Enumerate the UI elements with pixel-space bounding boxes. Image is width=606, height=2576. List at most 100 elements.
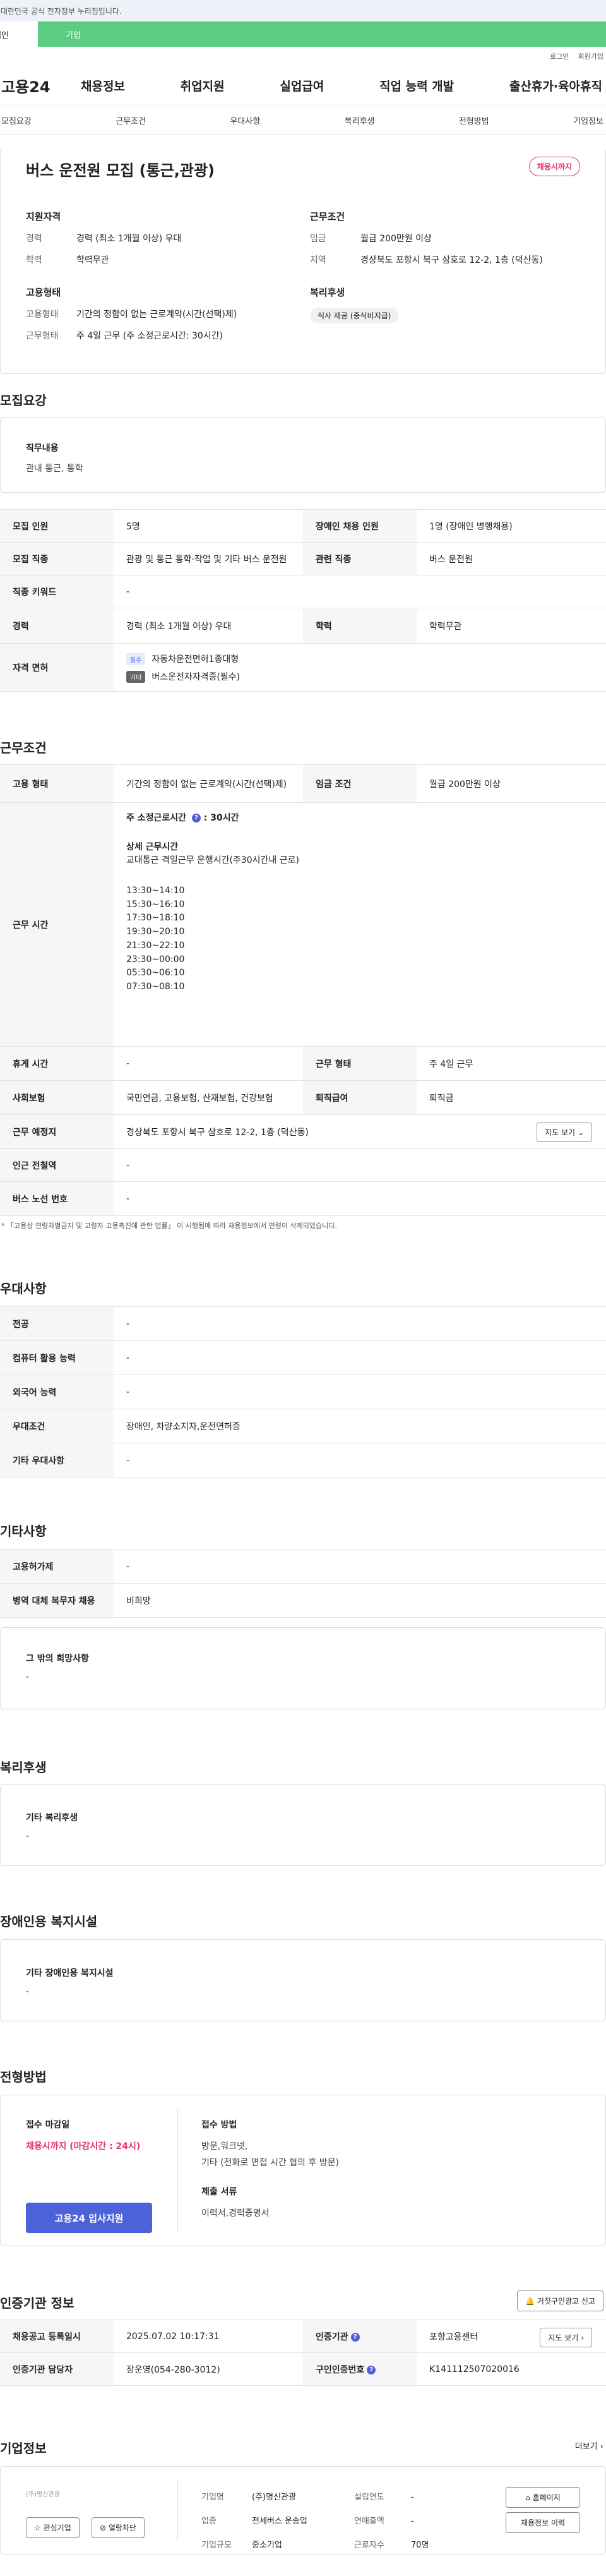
anchor-pref[interactable]: 우대사항 [230,114,260,126]
site-logo[interactable]: 고용24 [0,75,81,97]
apply-button[interactable]: 고용24 입사지원 [26,2203,152,2233]
tab-corp[interactable]: 기업 [38,21,606,47]
label: 경력 [26,234,42,244]
cell-value: - [114,575,606,608]
cell-label: 직종 키워드 [0,575,114,608]
docs-label: 제출 서류 [201,2187,237,2197]
age-notice: * 「고용상 연령차별금지 및 고령자 고용촉진에 관한 법률」 이 시행됨에 … [1,1222,337,1230]
section-title-other: 기타사항 [0,1524,47,1539]
gnb-item-training[interactable]: 직업 능력 개발 [379,77,454,94]
cell-value: 주 4일 근무 [417,1046,606,1081]
cell-label: 병역 대체 복무자 채용 [0,1583,114,1618]
section-title-company: 기업정보 [0,2441,47,2456]
table-row: 채용공고 등록일시 2025.07.02 10:17:31 인증기관? 포항고용… [0,2320,606,2353]
company-more-link[interactable]: 더보기 › [575,2440,603,2452]
cell-value: - [114,1148,606,1182]
cell-value: 5명 [114,509,303,543]
welfare-box: 기타 복리후생 - [0,1784,606,1866]
time-slot: 17:30~18:10 [126,913,185,924]
section-title-welfare: 복리후생 [0,1760,47,1775]
company-info-col1: 기업명 (주)명신관광 업종 전세버스 운송업 기업규모 중소기업 [201,2486,307,2558]
summary-cond: 근무조건 임금 월급 200만원 이상 지역 경상북도 포항시 북구 삼호로 12-… [310,210,543,275]
anchor-process[interactable]: 전형방법 [459,114,489,126]
disability-label: 기타 장애인용 복지시설 [26,1968,114,1978]
cell-value: 1명 (장애인 병행채용) [417,509,606,543]
wish-label: 그 밖의 희망사항 [26,1654,89,1664]
job-history-button[interactable]: 채용정보 이력 [506,2512,580,2533]
value: (주)명신관광 [252,2493,296,2502]
label: 연매출액 [354,2517,384,2526]
summary-emp: 고용형태 고용형태 기간의 정함이 없는 근로계약(시간(선택)제) 근무형태 주 … [26,286,237,351]
favorite-button[interactable]: ☆ 관심기업 [26,2517,80,2538]
section-title-recruit: 모집요강 [0,393,47,408]
cell-label: 근무 예정지 [0,1114,114,1149]
cell-label: 모집 직종 [0,542,114,575]
table-row: 고용허가제 - [0,1549,606,1584]
signup-link[interactable]: 회원가입 [578,51,603,61]
summary-emp-heading: 고용형태 [26,287,61,298]
wish-value: - [26,1672,30,1682]
cell-label: 고용허가제 [0,1549,114,1584]
detail-hours-heading: 상세 근무시간 [126,841,179,852]
cell-value: 월급 200만원 이상 [417,764,606,803]
tab-personal[interactable]: 개인 [0,21,38,47]
gnb-item-leave[interactable]: 출산휴가·육아휴직 [509,77,602,94]
report-button[interactable]: 🔔 거짓구인광고 신고 [517,2290,603,2311]
table-row: 자격 면허 필수 자동차운전면허1종대형 기타 버스운전자자격증(필수) [0,643,606,692]
cell-label: 퇴직급여 [303,1080,417,1115]
block-icon: ⊘ [100,2524,107,2532]
home-icon: ⌂ [525,2493,530,2502]
help-icon[interactable]: ? [367,2365,376,2374]
weekly-hours-label: 주 소정근로시간 [126,813,187,823]
login-link[interactable]: 로그인 [550,51,569,61]
gnb-item-benefit[interactable]: 실업급여 [280,77,324,94]
license-tag: 기타 [126,670,146,683]
agency-map-button[interactable]: 지도 보기 › [540,2328,592,2347]
help-icon[interactable]: ? [191,814,201,822]
value: - [411,2517,414,2526]
gnb-menu: 채용정보 취업지원 실업급여 직업 능력 개발 출산휴가·육아휴직 [81,77,606,94]
anchor-recruit[interactable]: 모집요강 [1,114,32,126]
section-title-process: 전형방법 [0,2069,47,2085]
cell-value: - [114,1046,303,1081]
cell-value: K141112507020016 [417,2352,606,2386]
table-row: 버스 노선 번호 - [0,1181,606,1216]
gnb-item-jobs[interactable]: 채용정보 [81,77,125,94]
process-box: 접수 마감일 채용시까지 (마감시간 : 24시) 고용24 입사지원 접수 방… [0,2095,606,2246]
anchor-company[interactable]: 기업정보 [573,114,603,126]
company-box: (주)명신관광 ☆ 관심기업 ⊘ 열람차단 기업명 (주)명신관광 업종 전세버스 … [0,2466,606,2555]
global-nav: 고용24 채용정보 취업지원 실업급여 직업 능력 개발 출산휴가·육아휴직 [0,66,606,106]
time-slot: 15:30~16:10 [126,899,185,910]
cell-value: 국민연금, 고용보험, 산재보험, 건강보험 [114,1080,303,1115]
cell-value: 기간의 정함이 없는 근로계약(시간(선택)제) [114,764,303,803]
cell-value: - [114,1549,606,1584]
value: 주 4일 근무 (주 소정근로시간: 30시간) [76,331,223,341]
cell-label: 자격 면허 [0,643,114,692]
gnb-item-support[interactable]: 취업지원 [181,77,225,94]
anchor-work[interactable]: 근무조건 [116,114,146,126]
block-button[interactable]: ⊘ 열람차단 [92,2517,145,2538]
pref-table: 전공 - 컴퓨터 활용 능력 - 외국어 능력 - 우대조건 장애인, 차량소지자,운전… [0,1306,606,1478]
table-row: 경력 경력 (최소 1개월 이상) 우대 학력 학력무관 [0,608,606,644]
map-button[interactable]: 지도 보기 ⌄ [537,1122,592,1142]
welfare-chip: 식사 제공 (중식비지급) [310,308,399,323]
table-row: 휴게 시간 - 근무 형태 주 4일 근무 [0,1046,606,1081]
method-value: 방문,워크넷, [201,2141,248,2152]
help-icon[interactable]: ? [350,2332,360,2342]
section-title-agency: 인증기관 정보 [0,2296,74,2311]
label: 기업명 [201,2493,224,2502]
cell-label: 인증기관 담당자 [0,2352,114,2386]
org-cell: 포항고용센터 지도 보기 › [417,2320,606,2353]
cell-label: 사회보험 [0,1080,114,1115]
table-row: 기타 우대사항 - [0,1443,606,1478]
chevron-right-icon: › [600,2442,603,2452]
section-title-pref: 우대사항 [0,1281,47,1296]
anchor-welfare[interactable]: 복리후생 [345,114,375,126]
cell-label: 외국어 능력 [0,1375,114,1409]
job-posting-page: 이 누리집은 대한민국 공식 전자정부 누리집입니다. 개인 기업 로그인 회원… [0,0,606,2576]
time-slot: 13:30~14:10 [126,886,185,896]
cell-value: - [114,1443,606,1478]
chevron-right-icon: › [581,2333,584,2342]
cell-value: 포항고용센터 [429,2332,478,2342]
homepage-button[interactable]: ⌂ 홈페이지 [506,2487,580,2508]
